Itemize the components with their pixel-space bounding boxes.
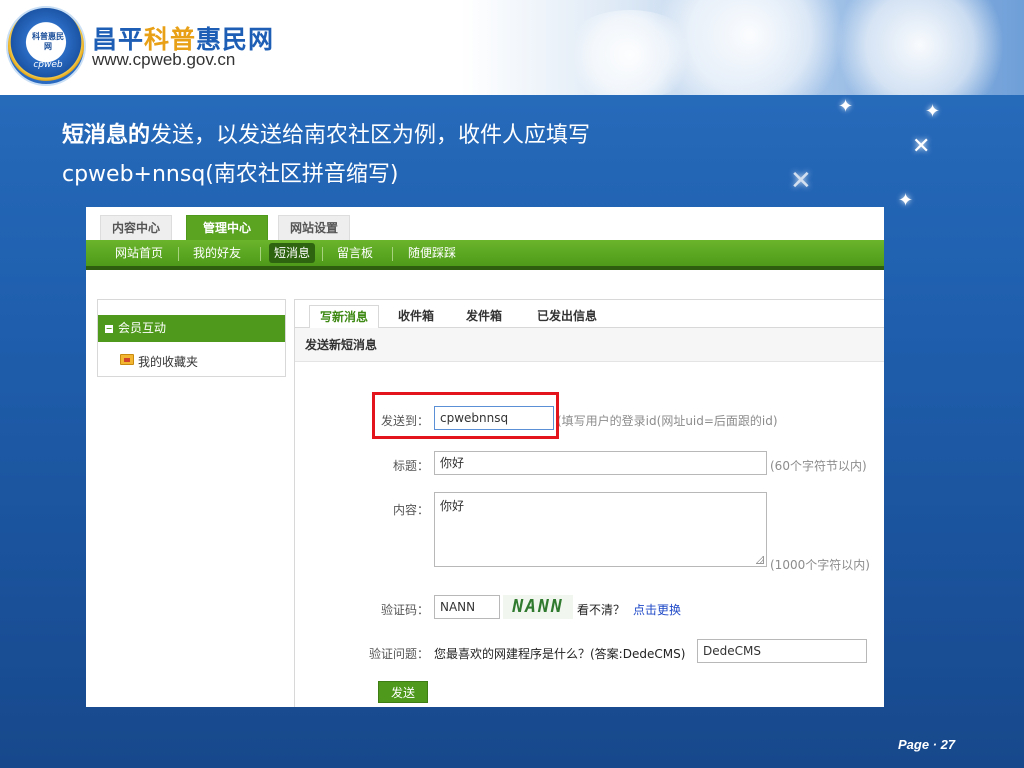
sidebar: − 会员互动 我的收藏夹 [97, 299, 286, 377]
content-label: 内容： [392, 503, 429, 517]
sidebar-group-member-interaction[interactable]: − 会员互动 [98, 315, 285, 342]
subject-label: 标题： [392, 459, 429, 473]
subnav-item-messages[interactable]: 短消息 [269, 243, 316, 263]
slide-heading-line2: cpweb+nnsq(南农社区拼音缩写) [62, 162, 399, 187]
slide-heading-rest: 发送，以发送给南农社区为例，收件人应填写 [150, 123, 591, 148]
subnav-divider [260, 247, 261, 261]
section-title: 发送新短消息 [295, 328, 884, 362]
message-panel: 写新消息 收件箱 发件箱 已发出信息 发送新短消息 发送到： cpwebnnsq… [294, 299, 884, 707]
tab-site-settings[interactable]: 网站设置 [278, 215, 350, 240]
recipient-hint: (填写用户的登录id(网址uid=后面跟的id) [557, 414, 778, 428]
logo-inner-text: 科普惠民网 [32, 32, 64, 51]
resize-handle-icon[interactable] [756, 556, 764, 564]
tab-write-message[interactable]: 写新消息 [309, 305, 379, 329]
subnav-item-home[interactable]: 网站首页 [115, 240, 163, 266]
top-nav: 内容中心 管理中心 网站设置 [86, 207, 884, 240]
app-screenshot: 内容中心 管理中心 网站设置 网站首页 我的好友 短消息 留言板 随便踩踩 − … [86, 207, 884, 707]
captcha-input[interactable]: NANN [434, 595, 500, 619]
sparkle-icon: ✕ [790, 166, 812, 196]
send-button[interactable]: 发送 [378, 681, 428, 703]
collapse-minus-icon[interactable]: − [105, 325, 113, 333]
subnav-divider [178, 247, 179, 261]
subnav-divider [392, 247, 393, 261]
content-text: 你好 [440, 499, 465, 513]
content-textarea[interactable]: 你好 [434, 492, 767, 567]
slide-header-banner: 科普惠民网 cpweb 昌平科普惠民网 www.cpweb.gov.cn [0, 0, 1024, 95]
subnav-item-guestbook[interactable]: 留言板 [337, 240, 373, 266]
question-text: 您最喜欢的网建程序是什么？(答案:DedeCMS) [434, 647, 686, 661]
cloud-decoration [820, 0, 1020, 95]
content-hint: (1000个字符以内) [770, 558, 870, 572]
question-answer-input[interactable]: DedeCMS [697, 639, 867, 663]
page-number: Page · 27 [898, 737, 956, 752]
tab-outbox[interactable]: 发件箱 [459, 305, 509, 329]
cpweb-logo: 科普惠民网 cpweb [6, 6, 86, 86]
question-label: 验证问题： [368, 647, 429, 661]
slide-heading-line1: 短消息的发送，以发送给南农社区为例，收件人应填写 [62, 116, 782, 155]
subject-hint: (60个字符节以内) [770, 459, 867, 473]
captcha-image[interactable]: NANN [503, 595, 573, 619]
sparkle-icon: ✦ [925, 101, 941, 122]
tab-inbox[interactable]: 收件箱 [391, 305, 441, 329]
highlight-box [372, 392, 559, 439]
cloud-decoration [560, 10, 700, 95]
sparkle-icon: ✦ [898, 190, 914, 211]
folder-icon [120, 354, 134, 365]
sparkle-icon: ✦ [838, 96, 854, 117]
message-tabs: 写新消息 收件箱 发件箱 已发出信息 [295, 300, 884, 329]
site-url: www.cpweb.gov.cn [92, 50, 236, 69]
tab-sent-messages[interactable]: 已发出信息 [529, 305, 605, 329]
logo-ring-text: cpweb [33, 60, 63, 70]
slide-heading: 短消息的发送，以发送给南农社区为例，收件人应填写 cpweb+nnsq(南农社区… [62, 116, 782, 194]
subnav-divider [322, 247, 323, 261]
captcha-unclear-text: 看不清？ [577, 603, 626, 617]
captcha-label: 验证码： [380, 603, 429, 617]
subject-input[interactable]: 你好 [434, 451, 767, 475]
subnav-item-friends[interactable]: 我的好友 [193, 240, 241, 266]
tab-management-center[interactable]: 管理中心 [186, 215, 268, 240]
subnav-item-browse[interactable]: 随便踩踩 [408, 240, 456, 266]
tab-content-center[interactable]: 内容中心 [100, 215, 172, 240]
sub-nav: 网站首页 我的好友 短消息 留言板 随便踩踩 [86, 240, 884, 270]
sidebar-item-label: 我的收藏夹 [138, 355, 199, 369]
sidebar-group-label: 会员互动 [118, 321, 167, 335]
slide-heading-bold: 短消息的 [62, 123, 151, 148]
sparkle-icon: ✕ [912, 134, 931, 159]
captcha-refresh-link[interactable]: 点击更换 [633, 601, 681, 618]
